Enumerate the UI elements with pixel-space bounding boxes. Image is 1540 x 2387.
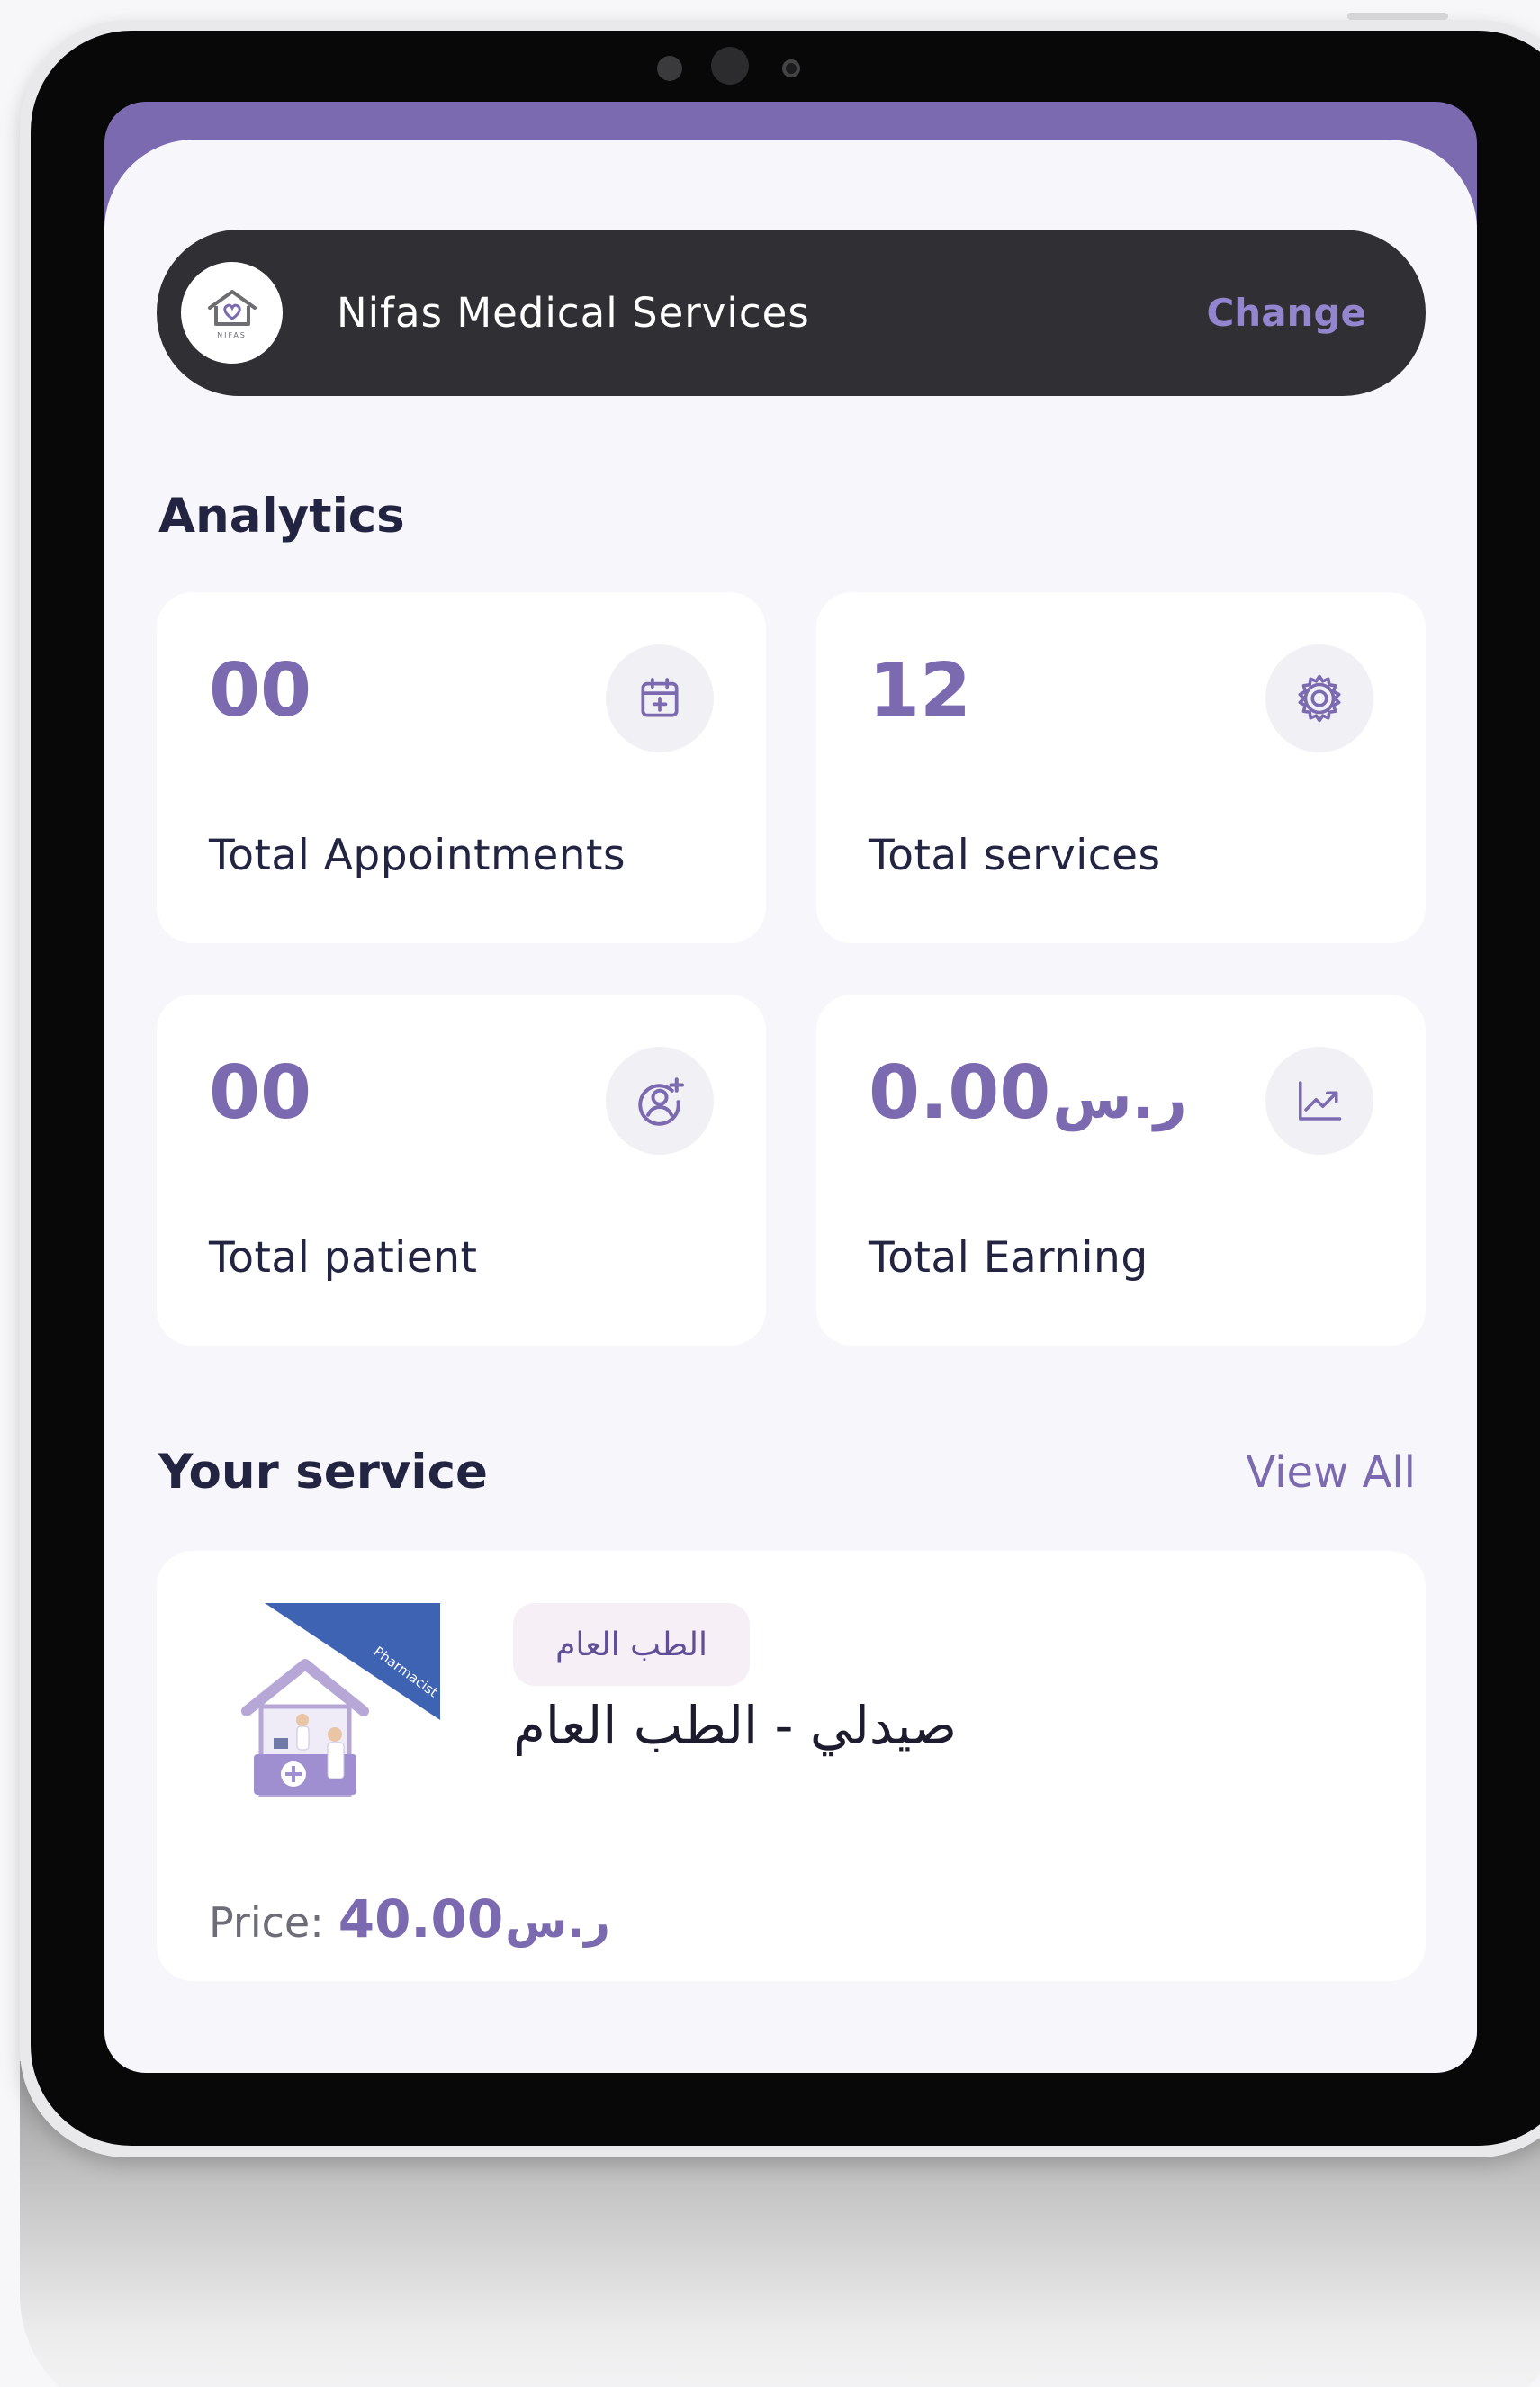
price-value: 40.00	[338, 1888, 504, 1950]
nifas-logo-icon	[207, 290, 257, 326]
settings-icon	[1265, 644, 1373, 752]
change-clinic-button[interactable]: Change	[1206, 230, 1366, 396]
camera-sensor	[657, 56, 682, 81]
price-currency: ر.س	[505, 1896, 610, 1948]
clinic-header: NIFAS Nifas Medical Services Change	[157, 230, 1426, 396]
service-card[interactable]: Pharmacist الطب العام صيدلي - الطب العام…	[157, 1551, 1426, 1981]
camera-lens	[711, 47, 749, 85]
stat-label: Total patient	[209, 1233, 478, 1283]
user-add-icon	[606, 1047, 714, 1155]
stat-card-services[interactable]: 12 Total services	[816, 592, 1426, 943]
analytics-title: Analytics	[158, 489, 405, 544]
stat-card-appointments[interactable]: 00 Total Appointments	[157, 592, 766, 943]
services-count: 12	[869, 648, 972, 734]
patients-count: 00	[209, 1050, 312, 1136]
price-label: Price:	[209, 1898, 324, 1947]
pharmacist-image: Pharmacist	[238, 1603, 441, 1806]
view-all-link[interactable]: View All	[1246, 1447, 1416, 1498]
stat-value: 00	[209, 648, 311, 734]
calendar-add-icon	[606, 644, 714, 752]
content-panel: NIFAS Nifas Medical Services Change Anal…	[104, 140, 1477, 2073]
trending-up-icon	[1265, 1047, 1373, 1155]
clinic-logo: NIFAS	[181, 262, 283, 364]
category-tag: الطب العام	[513, 1603, 750, 1686]
stat-value: 00	[209, 1050, 311, 1136]
device-mockup: NIFAS Nifas Medical Services Change Anal…	[0, 0, 1540, 2387]
stat-card-patients[interactable]: 00 Total patient	[157, 995, 766, 1346]
earnings-currency: ر.س	[1052, 1066, 1187, 1132]
your-service-title: Your service	[158, 1445, 488, 1500]
clinic-name: Nifas Medical Services	[337, 289, 810, 337]
stat-label: Total Appointments	[209, 831, 626, 880]
stat-value: 0.00 ر.س	[869, 1050, 1187, 1136]
app-screen: NIFAS Nifas Medical Services Change Anal…	[104, 102, 1477, 2073]
service-name: صيدلي - الطب العام	[513, 1695, 958, 1756]
stat-label: Total Earning	[869, 1233, 1148, 1283]
stat-card-earnings[interactable]: 0.00 ر.س Total Earning	[816, 995, 1426, 1346]
price-row: Price: 40.00 ر.س	[209, 1888, 610, 1950]
logo-text: NIFAS	[217, 331, 247, 339]
stat-label: Total services	[869, 831, 1161, 880]
appointments-count: 00	[209, 648, 312, 734]
earnings-value: 0.00	[869, 1050, 1051, 1136]
camera-flash	[782, 59, 800, 77]
power-button	[1347, 13, 1448, 20]
stat-value: 12	[869, 648, 971, 734]
